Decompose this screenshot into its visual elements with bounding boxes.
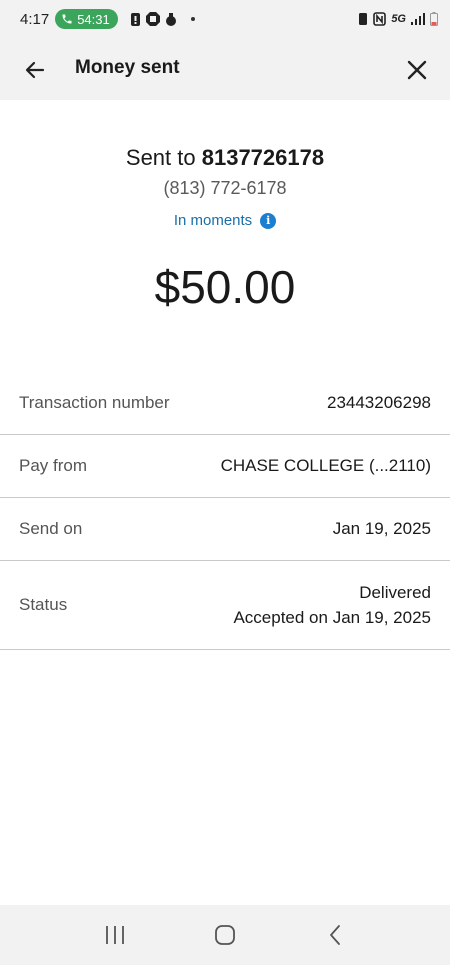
status-bar: 4:17 54:31 5G xyxy=(0,0,450,38)
status-value: Delivered xyxy=(359,583,431,602)
detail-value: 23443206298 xyxy=(326,393,431,412)
nfc-icon xyxy=(373,12,387,26)
close-button[interactable] xyxy=(402,55,432,85)
chase-logo-icon xyxy=(145,12,160,26)
back-button[interactable] xyxy=(20,55,50,85)
detail-value: CHASE COLLEGE (...2110) xyxy=(220,456,431,475)
sim-icon xyxy=(359,13,368,25)
recipient-phone: (813) 772-6178 xyxy=(163,178,287,198)
cash-icon xyxy=(165,12,176,26)
status-time: 4:17 xyxy=(20,10,50,28)
detail-row-pay-from: Pay from CHASE COLLEGE (...2110) xyxy=(0,435,450,498)
sent-to-line: Sent to 8137726178 xyxy=(0,145,450,171)
delivery-timing: In moments i xyxy=(0,212,450,229)
detail-row-transaction-number: Transaction number 23443206298 xyxy=(0,372,450,435)
recipient: 8137726178 xyxy=(201,145,325,170)
signal-icon xyxy=(411,13,425,25)
recents-button[interactable] xyxy=(95,915,135,955)
home-button[interactable] xyxy=(205,915,245,955)
phone-icon xyxy=(62,14,72,24)
detail-label: Send on xyxy=(19,519,83,538)
transaction-details: Transaction number 23443206298 Pay from … xyxy=(0,372,450,650)
page-title: Money sent xyxy=(75,57,180,78)
amount: $50.00 xyxy=(154,261,296,313)
chevron-left-icon xyxy=(330,925,340,945)
sent-to-prefix: Sent to xyxy=(125,145,196,170)
delivery-timing-text: In moments xyxy=(173,212,253,229)
call-timer: 54:31 xyxy=(77,11,110,27)
home-icon xyxy=(215,925,235,945)
more-notifications-dot xyxy=(190,17,195,21)
detail-row-send-on: Send on Jan 19, 2025 xyxy=(0,498,450,561)
system-nav-bar xyxy=(0,905,450,965)
app-header: Money sent xyxy=(0,38,450,100)
close-icon xyxy=(407,60,427,80)
notification-icon xyxy=(130,12,140,26)
detail-label: Transaction number xyxy=(19,393,170,412)
info-icon[interactable]: i xyxy=(260,212,277,229)
arrow-left-icon xyxy=(25,61,45,79)
detail-value: Delivered Accepted on Jan 19, 2025 xyxy=(233,580,431,630)
detail-label: Status xyxy=(19,595,68,614)
system-back-button[interactable] xyxy=(315,915,355,955)
status-subvalue: Accepted on Jan 19, 2025 xyxy=(233,608,431,627)
detail-label: Pay from xyxy=(19,456,88,475)
detail-value: Jan 19, 2025 xyxy=(332,519,431,538)
detail-row-status: Status Delivered Accepted on Jan 19, 202… xyxy=(0,561,450,650)
battery-icon xyxy=(430,12,438,26)
recents-icon xyxy=(106,926,124,944)
call-timer-pill[interactable]: 54:31 xyxy=(55,9,118,29)
network-type: 5G xyxy=(391,13,406,25)
